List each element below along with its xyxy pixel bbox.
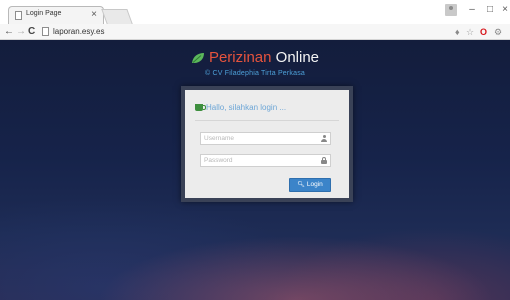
leaf-icon <box>191 53 204 63</box>
key-icon: 🔍︎ <box>297 182 305 188</box>
url-text: laporan.esy.es <box>53 27 105 36</box>
page-icon <box>42 27 49 36</box>
divider <box>195 120 339 121</box>
login-heading-text: Hallo, silahkan login ... <box>206 103 287 112</box>
lock-icon <box>321 157 327 164</box>
tab-strip: Login Page × – □ × <box>0 0 510 24</box>
username-field <box>200 132 331 145</box>
minimize-button[interactable]: – <box>466 3 478 17</box>
brand-subtitle: © CV Filadephia Tirta Perkasa <box>204 70 306 77</box>
username-input[interactable] <box>201 133 319 144</box>
user-profile-icon[interactable] <box>445 4 457 16</box>
browser-window: Login Page × – □ × ← → C laporan.esy.es … <box>0 0 510 300</box>
close-window-button[interactable]: × <box>500 3 510 17</box>
back-button[interactable]: ← <box>4 25 14 38</box>
bookmark-star-icon[interactable]: ☆ <box>466 26 474 38</box>
brand-title: Perizinan Online <box>0 48 510 68</box>
page-icon <box>15 11 22 20</box>
login-heading: Hallo, silahkan login ... <box>195 102 286 114</box>
new-tab-button[interactable] <box>101 9 133 24</box>
page-content: Perizinan Online © CV Filadephia Tirta P… <box>0 40 510 300</box>
login-button[interactable]: 🔍︎ Login <box>289 178 331 192</box>
browser-toolbar: ← → C laporan.esy.es ♦ ☆ O ⚙ <box>0 24 510 40</box>
tab-login-page[interactable]: Login Page × <box>8 6 104 24</box>
close-tab-icon[interactable]: × <box>91 8 97 22</box>
password-field <box>200 154 331 167</box>
password-input[interactable] <box>201 155 319 166</box>
brand-name-white: Online <box>271 49 320 66</box>
reload-button[interactable]: C <box>28 25 35 38</box>
address-bar[interactable]: laporan.esy.es <box>42 26 442 38</box>
forward-button[interactable]: → <box>16 25 26 38</box>
user-icon <box>321 135 327 142</box>
login-card: Hallo, silahkan login ... 🔍︎Login <box>181 86 353 202</box>
opera-icon[interactable]: O <box>480 26 487 38</box>
coffee-cup-icon <box>195 104 206 111</box>
extension-icon[interactable]: ♦ <box>455 26 460 38</box>
settings-icon[interactable]: ⚙ <box>494 26 502 38</box>
maximize-button[interactable]: □ <box>484 3 496 17</box>
tab-title: Login Page <box>26 10 62 17</box>
login-button-label: Login <box>306 181 323 188</box>
brand-name-red: Perizinan <box>208 49 272 66</box>
